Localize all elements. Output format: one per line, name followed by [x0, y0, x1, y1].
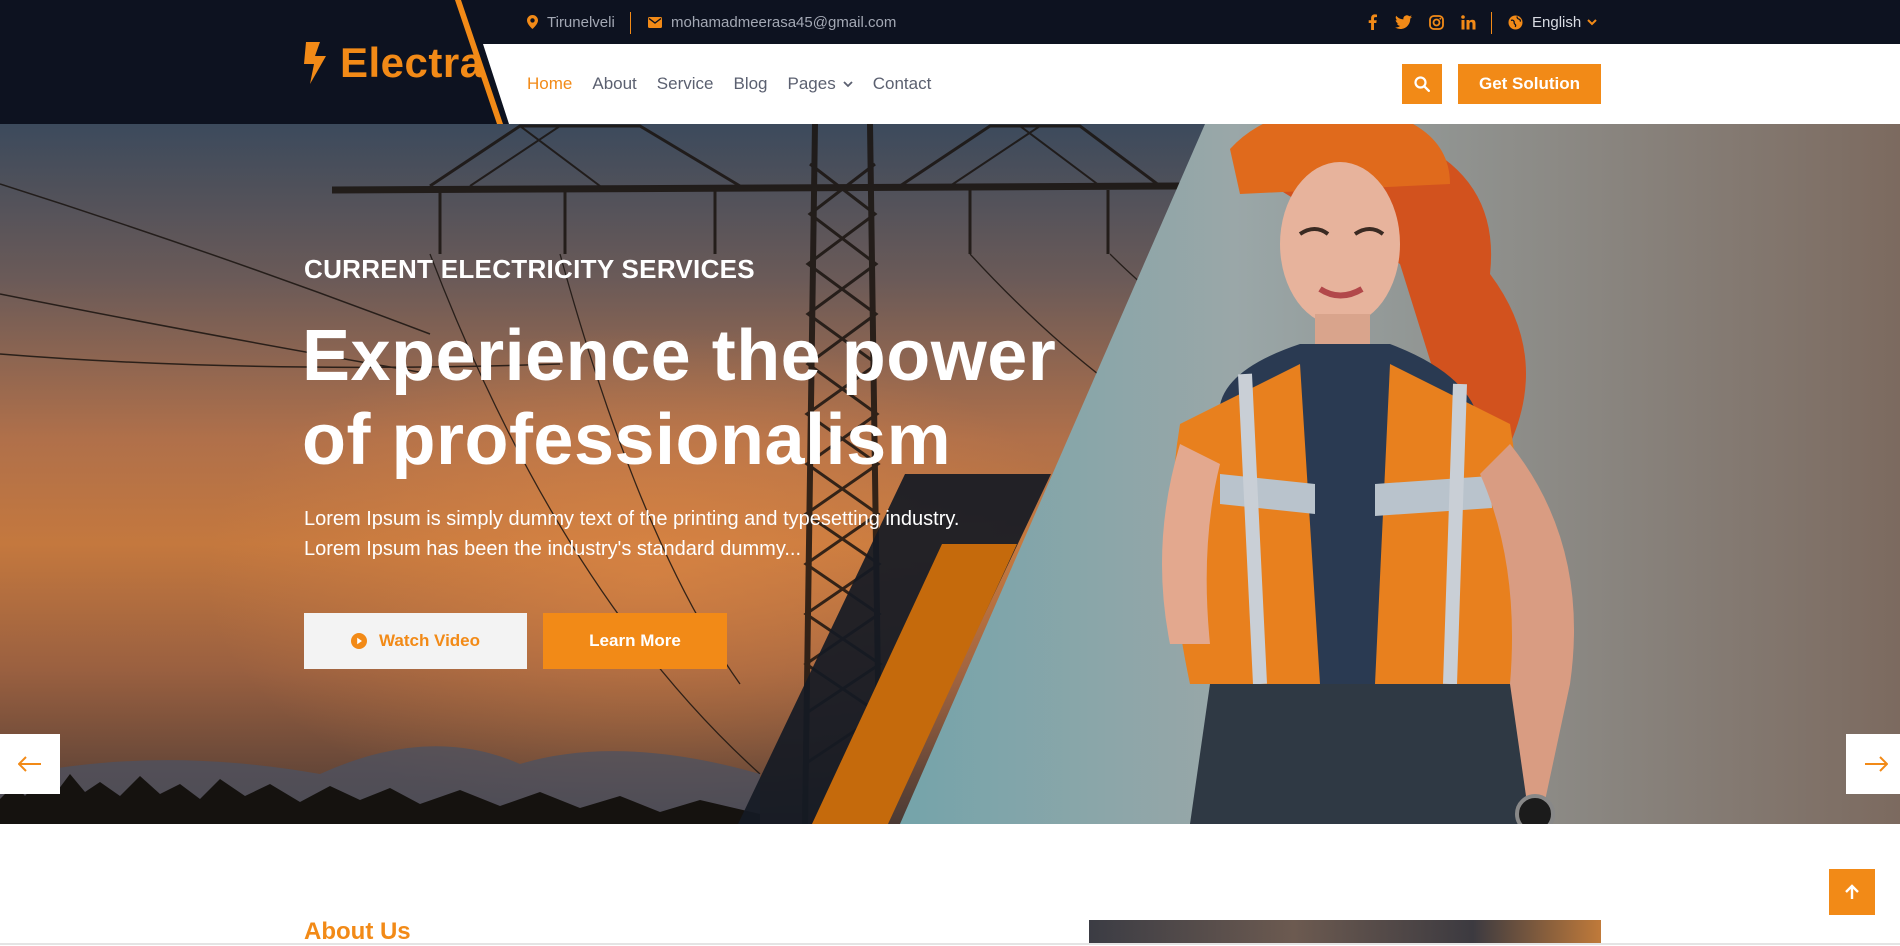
play-circle-icon	[350, 633, 367, 649]
email-info[interactable]: mohamadmeerasa45@gmail.com	[648, 11, 896, 33]
twitter-icon[interactable]	[1393, 11, 1413, 33]
slider-prev-button[interactable]	[0, 734, 60, 794]
about-section-title: About Us	[304, 918, 411, 945]
hero-description-line2: Lorem Ipsum has been the industry's stan…	[304, 538, 802, 560]
watch-video-label: Watch Video	[378, 631, 481, 650]
nav-item-pages-label: Pages	[787, 74, 836, 93]
site-logo[interactable]: Electra	[302, 38, 484, 88]
hero-headline: Experience the power of professionalism	[302, 314, 1122, 482]
location-info: Tirunelveli	[527, 11, 615, 33]
search-icon	[1414, 76, 1430, 92]
nav-item-blog[interactable]: Blog	[733, 74, 767, 94]
hero-description: Lorem Ipsum is simply dummy text of the …	[304, 504, 1064, 564]
hero-description-line1: Lorem Ipsum is simply dummy text of the …	[304, 508, 960, 530]
top-divider	[630, 12, 631, 34]
lightning-bolt-icon	[302, 42, 330, 84]
nav-item-contact[interactable]: Contact	[873, 74, 932, 94]
nav-item-pages[interactable]: Pages	[788, 74, 853, 94]
nav-item-home[interactable]: Home	[527, 74, 572, 94]
globe-icon	[1508, 15, 1523, 30]
about-section-image	[1089, 920, 1601, 945]
location-text: Tirunelveli	[547, 13, 615, 31]
search-button[interactable]	[1402, 64, 1442, 104]
get-solution-button[interactable]: Get Solution	[1458, 64, 1601, 104]
hero-kicker: CURRENT ELECTRICITY SERVICES	[304, 254, 755, 284]
electrician-worker-image	[1162, 124, 1574, 824]
scroll-to-top-button[interactable]	[1829, 869, 1875, 915]
hero-headline-line2: of professionalism	[302, 400, 952, 480]
arrow-left-icon	[18, 756, 42, 772]
map-pin-icon	[527, 15, 538, 29]
nav-item-service[interactable]: Service	[657, 74, 714, 94]
language-selector[interactable]: English	[1508, 11, 1597, 33]
chevron-down-icon	[1587, 18, 1597, 26]
watch-video-button[interactable]: Watch Video	[304, 613, 527, 669]
facebook-icon[interactable]	[1362, 11, 1382, 33]
slider-next-button[interactable]	[1846, 734, 1900, 794]
top-divider	[1491, 12, 1492, 34]
arrow-up-icon	[1845, 884, 1859, 900]
logo-wordmark: Electra	[340, 39, 484, 86]
site-header: Tirunelveli mohamadmeerasa45@gmail.com E…	[0, 0, 1900, 124]
nav-item-about[interactable]: About	[592, 74, 636, 94]
main-nav: Home About Service Blog Pages Contact	[527, 72, 951, 96]
top-bar: Tirunelveli mohamadmeerasa45@gmail.com E…	[0, 0, 1900, 44]
language-label[interactable]: English	[1532, 14, 1581, 31]
arrow-right-icon	[1864, 756, 1888, 772]
hero-headline-line1: Experience the power	[302, 316, 1057, 396]
linkedin-icon[interactable]	[1458, 11, 1478, 33]
instagram-icon[interactable]	[1426, 11, 1446, 33]
email-text[interactable]: mohamadmeerasa45@gmail.com	[671, 14, 896, 31]
chevron-down-icon	[843, 80, 853, 88]
hero-slider: CURRENT ELECTRICITY SERVICES Experience …	[0, 124, 1900, 824]
envelope-icon	[648, 16, 662, 28]
learn-more-button[interactable]: Learn More	[543, 613, 727, 669]
